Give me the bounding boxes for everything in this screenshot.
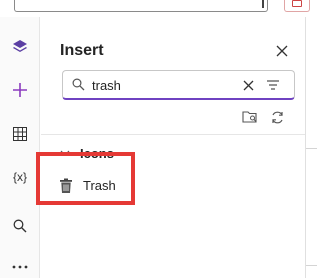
- variables-label: {x}: [12, 170, 27, 184]
- layers-icon[interactable]: [0, 33, 40, 61]
- table-icon[interactable]: [0, 120, 40, 148]
- canvas-rule: [306, 148, 317, 149]
- panel-divider: [41, 134, 305, 135]
- more-icon[interactable]: [0, 253, 40, 278]
- top-divider: [262, 0, 264, 8]
- search-icon[interactable]: [0, 212, 40, 240]
- icons-group-header[interactable]: Icons: [60, 144, 114, 162]
- clear-icon[interactable]: [240, 77, 256, 93]
- group-label: Icons: [80, 145, 114, 161]
- folder-search-icon[interactable]: [241, 108, 259, 126]
- left-rail: {x}: [0, 17, 40, 278]
- top-action-button[interactable]: [284, 0, 310, 12]
- formula-bar[interactable]: [14, 0, 268, 12]
- chevron-down-icon: [60, 148, 70, 158]
- variables-icon[interactable]: {x}: [0, 163, 40, 191]
- close-icon[interactable]: [273, 42, 291, 60]
- refresh-icon[interactable]: [268, 108, 286, 126]
- canvas-rule-bottom: [306, 265, 317, 266]
- insert-panel: Insert Icons Trash: [41, 17, 305, 278]
- list-item-label: Trash: [83, 178, 116, 193]
- trash-icon: [59, 178, 73, 194]
- filter-icon[interactable]: [265, 77, 281, 93]
- panel-title: Insert: [60, 42, 104, 59]
- app-icon: [292, 0, 302, 7]
- search-icon: [72, 78, 85, 96]
- search-box: [62, 70, 295, 100]
- list-item-trash[interactable]: Trash: [51, 171, 291, 201]
- search-input[interactable]: [92, 76, 242, 94]
- plus-icon[interactable]: [0, 76, 40, 104]
- top-bar: [0, 0, 317, 17]
